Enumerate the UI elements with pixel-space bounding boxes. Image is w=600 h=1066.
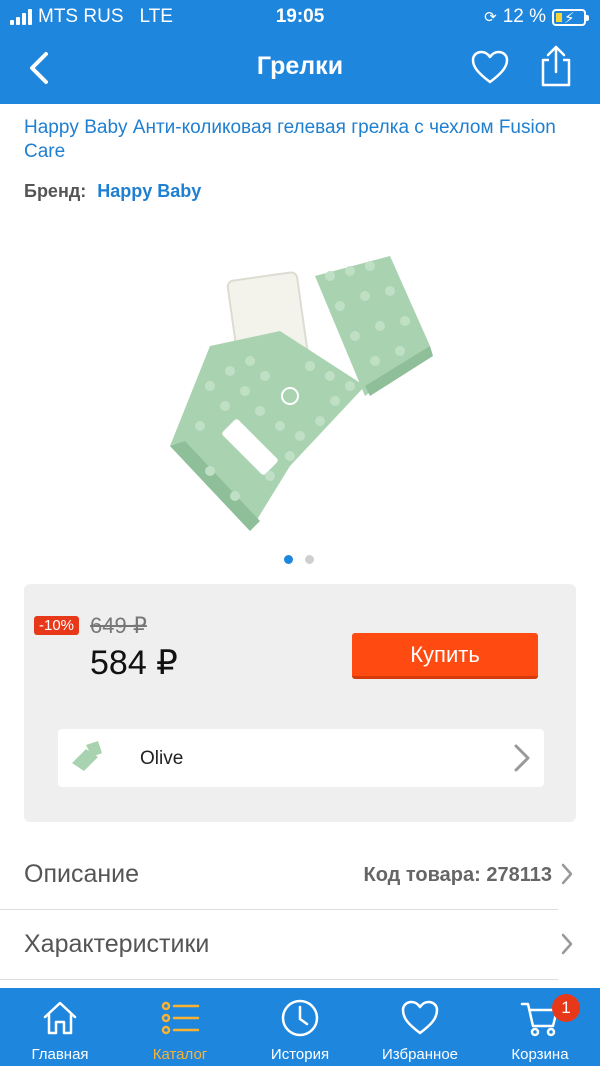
cart-badge: 1 [552,994,580,1022]
discount-badge: -10% [34,616,80,635]
page-title: Грелки [256,52,344,80]
variant-label: Olive [140,748,184,769]
new-price: 584 ₽ [90,644,178,682]
chevron-right-icon [514,744,530,772]
old-price: 649 ₽ [90,613,147,638]
characteristics-label: Характеристики [24,930,210,958]
brand-label: Бренд: [24,181,87,201]
image-pagination [284,555,314,564]
product-image[interactable] [150,236,450,546]
battery-percent: 12 % [502,6,546,27]
brand-row: Бренд: Happy Baby [24,181,201,202]
tab-label: Избранное [381,1046,459,1063]
product-code: Код товара: 278113 [363,864,552,886]
buy-button[interactable]: Купить [352,633,538,679]
status-right: ⟳ 12 % ⚡ [484,6,589,28]
tab-history[interactable]: История [240,988,360,1066]
orientation-lock-icon: ⟳ [484,9,497,26]
battery-icon: ⚡ [552,8,589,27]
share-icon[interactable] [536,44,576,88]
chevron-right-icon [561,863,573,885]
tab-home[interactable]: Главная [0,988,120,1066]
characteristics-row[interactable]: Характеристики [0,910,600,980]
variant-selector[interactable]: Olive [58,729,544,787]
status-bar: MTS RUS LTE 19:05 ⟳ 12 % ⚡ [0,0,600,34]
heart-icon [401,1000,439,1035]
clock-icon [281,999,319,1037]
tab-label: Корзина [511,1046,569,1063]
tab-cart[interactable]: Корзина [480,988,600,1066]
tab-label: История [270,1046,330,1063]
catalog-list-icon [161,1001,200,1035]
description-label: Описание [24,860,140,888]
home-icon [43,1001,77,1035]
tab-bar: Главная Каталог История Избранное Корзин… [0,988,600,1066]
tab-label: Главная [31,1046,89,1063]
brand-link[interactable]: Happy Baby [97,181,201,201]
pagination-dot[interactable] [305,555,314,564]
description-row[interactable]: Описание Код товара: 278113 [0,840,600,910]
product-title: Happy Baby Анти-коликовая гелевая грелка… [24,117,556,162]
chevron-right-icon [561,933,573,955]
tab-favorites[interactable]: Избранное [360,988,480,1066]
tab-catalog[interactable]: Каталог [120,988,240,1066]
heart-icon[interactable] [470,48,510,88]
nav-bar: Грелки [0,34,600,104]
tab-label: Каталог [152,1046,208,1063]
variant-thumbnail [72,741,102,771]
pagination-dot[interactable] [284,555,293,564]
divider [0,979,558,980]
